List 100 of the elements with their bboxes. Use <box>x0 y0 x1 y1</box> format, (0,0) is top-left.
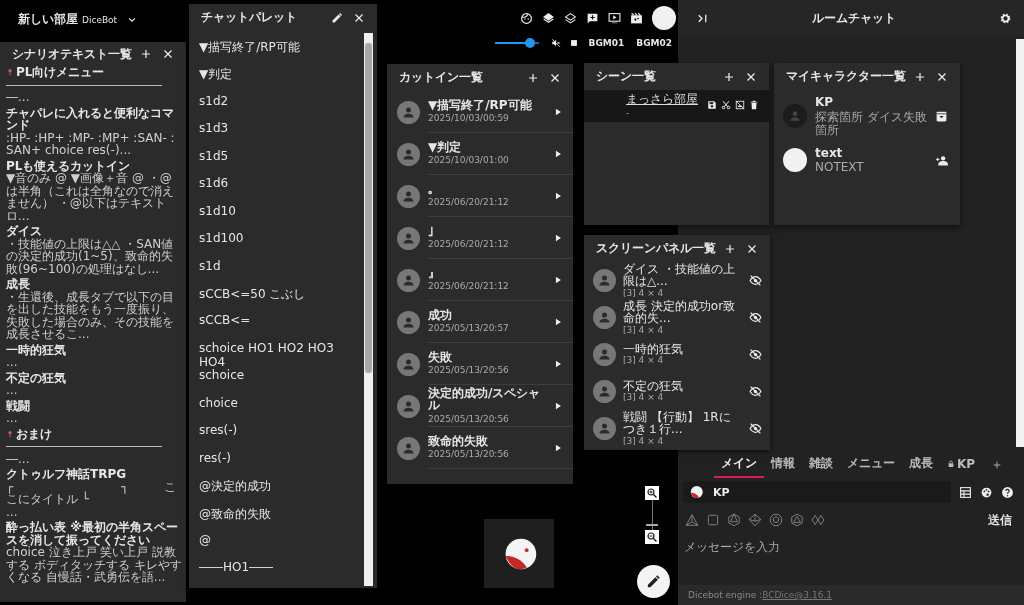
zoom-out-button[interactable] <box>645 530 659 544</box>
dice-icon[interactable] <box>748 513 762 527</box>
scenario-title[interactable]: 酔っ払い表 ※最初の半角スペースを消して振ってください <box>6 521 182 546</box>
play-button[interactable] <box>553 232 563 243</box>
close-button[interactable] <box>745 70 757 83</box>
palette-icon[interactable] <box>980 485 993 499</box>
palette-item[interactable]: s1d6 <box>199 176 354 204</box>
hidden-eye-icon[interactable] <box>749 274 762 287</box>
stop-icon[interactable] <box>568 38 579 48</box>
cutin-name[interactable]: ｡ <box>428 182 509 196</box>
add-comment-icon[interactable] <box>586 11 599 25</box>
play-button[interactable] <box>553 358 563 369</box>
save-icon[interactable] <box>707 99 717 110</box>
add-button[interactable] <box>914 70 926 83</box>
slider-thumb[interactable] <box>524 38 535 48</box>
play-button[interactable] <box>553 148 563 159</box>
cutin-name[interactable]: ｣ <box>428 224 509 238</box>
scene-link[interactable]: まっさら部屋 <box>626 92 698 106</box>
dice-icon[interactable] <box>811 513 825 527</box>
dice-icon[interactable] <box>790 513 804 527</box>
palette-item[interactable]: s1d <box>199 258 354 286</box>
scenario-title[interactable]: ダイス <box>6 225 42 238</box>
close-button[interactable] <box>936 70 948 83</box>
cutin-name[interactable]: 決定的成功/スペシャル <box>428 386 549 412</box>
bgm-button[interactable]: BGM01 <box>586 36 627 50</box>
settings-icon[interactable] <box>999 12 1012 25</box>
panel-name[interactable]: 戦闘 【行動】 1Rにつき１行... <box>623 410 742 436</box>
scenario-title[interactable]: PL向けメニュー <box>16 66 105 79</box>
close-button[interactable] <box>746 242 758 255</box>
scenario-title[interactable]: PLも使えるカットイン <box>6 159 131 172</box>
image-off-icon[interactable] <box>735 99 745 110</box>
dice-icon[interactable] <box>685 513 699 527</box>
scenario-title[interactable]: 成長 <box>6 278 30 291</box>
palette-item[interactable]: sCCB<=50 こぶし <box>199 285 354 314</box>
hidden-eye-icon[interactable] <box>749 422 762 435</box>
cutin-name[interactable]: 成功 <box>428 308 509 322</box>
chat-tab[interactable]: メイン <box>714 452 764 478</box>
play-button[interactable] <box>553 400 563 411</box>
scenario-title[interactable]: クトゥルフ神話TRPG <box>6 468 127 481</box>
cutin-name[interactable]: 』 <box>428 266 509 280</box>
panel-name[interactable]: 成長 決定的成功or致命的失... <box>623 299 742 325</box>
palette-item[interactable]: s1d5 <box>199 148 354 177</box>
edit-button[interactable] <box>331 11 343 24</box>
chat-tab[interactable]: メニュー <box>840 452 902 478</box>
hidden-eye-icon[interactable] <box>749 348 762 361</box>
scrollbar[interactable] <box>364 33 373 586</box>
scrollbar-thumb[interactable] <box>365 43 372 373</box>
cutin-name[interactable]: ▼描写終了/RP可能 <box>428 98 532 112</box>
palette-item[interactable]: @ <box>199 533 354 561</box>
help-icon[interactable] <box>1001 485 1014 499</box>
play-button[interactable] <box>553 274 563 285</box>
user-avatar[interactable] <box>652 6 676 30</box>
face-icon[interactable] <box>520 11 533 25</box>
palette-item[interactable]: s1d2 <box>199 93 354 122</box>
play-button[interactable] <box>553 316 563 327</box>
send-button[interactable]: 送信 <box>988 511 1012 529</box>
add-button[interactable] <box>140 48 152 60</box>
panel-name[interactable]: 一時的狂気 <box>623 342 742 356</box>
person-add-icon[interactable] <box>935 153 948 167</box>
character-select[interactable]: KP <box>683 481 951 503</box>
hidden-eye-icon[interactable] <box>749 311 762 324</box>
palette-item[interactable]: sres(-) <box>199 423 354 451</box>
palette-item[interactable]: s1d100 <box>199 231 354 259</box>
bgm-button[interactable]: BGM02 <box>634 36 674 50</box>
scene-row[interactable]: まっさら部屋 - <box>584 90 769 122</box>
collapse-button[interactable] <box>696 12 709 25</box>
scenario-title[interactable]: 一時的狂気 <box>6 343 66 356</box>
add-button[interactable] <box>724 242 736 255</box>
palette-item[interactable]: res(-) <box>199 450 354 479</box>
hidden-eye-icon[interactable] <box>749 385 762 398</box>
palette-item[interactable]: ――HO1―― <box>199 560 354 588</box>
dice-icon[interactable] <box>769 513 783 527</box>
chat-tab[interactable]: 情報 <box>764 452 802 478</box>
archive-icon[interactable] <box>935 109 948 123</box>
mute-icon[interactable] <box>550 38 561 48</box>
screen-play-icon[interactable] <box>608 11 621 25</box>
dice-icon[interactable] <box>706 513 720 527</box>
zoom-in-button[interactable] <box>645 486 659 500</box>
add-button[interactable] <box>527 71 539 84</box>
chat-tab[interactable]: 成長 <box>902 452 940 478</box>
panel-name[interactable]: ダイス ・技能値の上限は△... <box>623 262 742 288</box>
scrollbar[interactable] <box>1016 39 1024 447</box>
layers-outline-icon[interactable] <box>564 11 577 25</box>
play-button[interactable] <box>553 106 563 117</box>
cutin-name[interactable]: 致命的失敗 <box>428 434 509 448</box>
slider-thumb[interactable] <box>646 523 658 526</box>
scenario-title[interactable]: チャパレに入れると便利なコマンド <box>6 106 182 132</box>
cutin-name[interactable]: ▼判定 <box>428 140 509 154</box>
add-button[interactable] <box>723 70 735 83</box>
edit-button[interactable] <box>637 565 670 598</box>
palette-item[interactable]: ▼描写終了/RP可能 <box>199 39 354 67</box>
chat-tab[interactable]: 雑談 <box>802 452 840 478</box>
close-button[interactable] <box>549 71 561 84</box>
palette-item[interactable]: @決定的成功 <box>199 478 354 506</box>
play-button[interactable] <box>553 442 563 453</box>
palette-item[interactable]: s1d10 <box>199 203 354 232</box>
scissors-icon[interactable] <box>721 99 731 110</box>
play-button[interactable] <box>553 190 563 201</box>
clapperboard-icon[interactable] <box>630 11 643 25</box>
palette-item[interactable]: s1d3 <box>199 121 354 149</box>
